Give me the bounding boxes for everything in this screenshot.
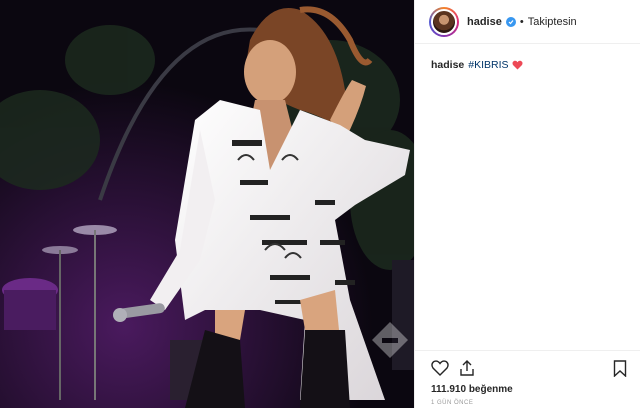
caption-username[interactable]: hadise bbox=[431, 58, 464, 72]
hashtag-link[interactable]: #KIBRIS bbox=[468, 58, 508, 72]
post-sidebar: hadise • Takiptesin hadise #KIBRIS 111.9… bbox=[414, 0, 640, 408]
follow-status-button[interactable]: Takiptesin bbox=[528, 16, 577, 28]
like-count[interactable]: 111.910 beğenme bbox=[431, 384, 513, 395]
concert-photo-illustration bbox=[0, 0, 414, 408]
post-photo[interactable] bbox=[0, 0, 414, 408]
post-timestamp[interactable]: 1 GÜN ÖNCE bbox=[431, 400, 473, 406]
verified-badge-icon bbox=[505, 16, 516, 27]
avatar[interactable] bbox=[429, 6, 459, 37]
username-link[interactable]: hadise bbox=[467, 16, 502, 28]
separator-dot: • bbox=[519, 15, 524, 28]
post-caption: hadise #KIBRIS bbox=[431, 58, 523, 72]
red-heart-icon bbox=[512, 60, 523, 70]
heart-outline-icon[interactable] bbox=[431, 360, 449, 381]
share-icon[interactable] bbox=[459, 360, 475, 382]
post-header: hadise • Takiptesin bbox=[415, 0, 640, 44]
bookmark-icon[interactable] bbox=[613, 360, 627, 382]
